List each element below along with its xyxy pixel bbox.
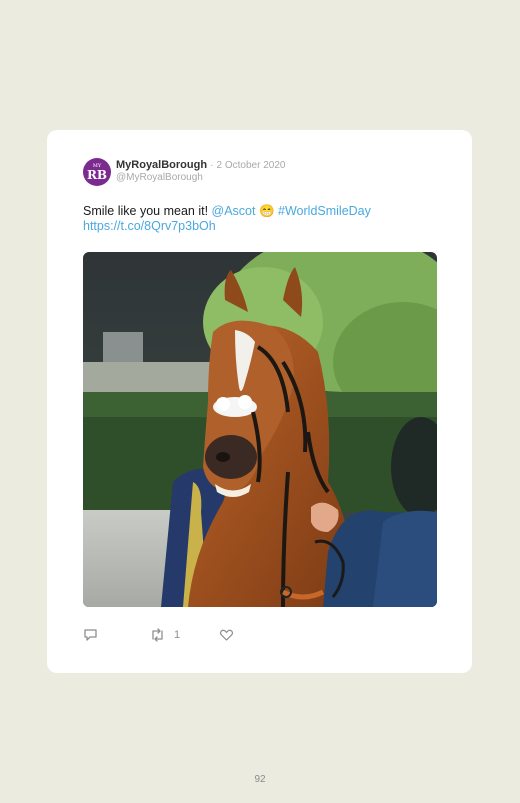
tweet-image[interactable] — [83, 252, 437, 607]
heart-icon — [219, 628, 234, 642]
tweet-date[interactable]: 2 October 2020 — [217, 160, 286, 171]
tweet-url-link[interactable]: https://t.co/8Qrv7p3bOh — [83, 219, 216, 233]
reply-button[interactable] — [83, 628, 149, 642]
tweet-text-main: Smile like you mean it! — [83, 204, 212, 218]
mention-link[interactable]: @Ascot — [212, 204, 256, 218]
grin-emoji: 😁 — [258, 204, 275, 218]
page-number: 92 — [254, 774, 266, 785]
retweet-button[interactable]: 1 — [149, 628, 219, 642]
tweet-actions: 1 — [83, 628, 234, 642]
author-row: MyRoyalBorough · 2 October 2020 — [116, 159, 285, 171]
separator: · — [210, 160, 214, 171]
tweet-card: MY RB MyRoyalBorough · 2 October 2020 @M… — [47, 130, 472, 673]
avatar-text-main: RB — [86, 167, 108, 182]
hashtag-link[interactable]: #WorldSmileDay — [278, 204, 371, 218]
tweet-text: Smile like you mean it! @Ascot 😁 #WorldS… — [83, 204, 413, 234]
retweet-count: 1 — [174, 629, 181, 641]
avatar[interactable]: MY RB — [83, 158, 111, 186]
like-button[interactable] — [219, 628, 234, 642]
user-handle[interactable]: @MyRoyalBorough — [116, 172, 203, 183]
display-name[interactable]: MyRoyalBorough — [116, 159, 207, 171]
reply-icon — [83, 628, 98, 642]
retweet-icon — [149, 628, 166, 642]
